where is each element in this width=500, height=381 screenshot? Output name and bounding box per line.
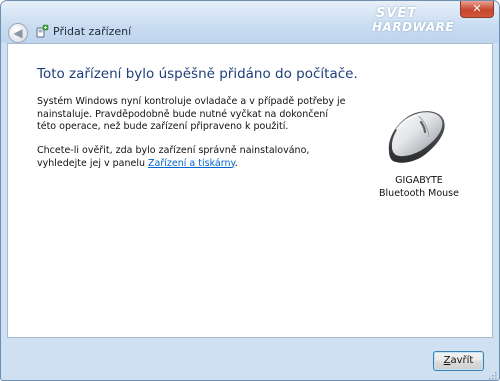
- content-panel: Toto zařízení bylo úspěšně přidáno do po…: [7, 43, 493, 338]
- back-button[interactable]: ◀: [8, 23, 28, 43]
- verify-paragraph: Chcete-li ověřit, zda bylo zařízení sprá…: [37, 145, 347, 170]
- page-title: Toto zařízení bylo úspěšně přidáno do po…: [37, 66, 358, 82]
- watermark-logo: SVĚT HARDWARE: [372, 6, 456, 43]
- bluetooth-mouse-icon: [388, 111, 445, 163]
- footer-bar: Zavřít: [1, 338, 499, 380]
- watermark-line1: SVĚT: [376, 6, 418, 21]
- close-button[interactable]: Zavřít: [433, 351, 484, 371]
- title-bar: ◀ Přidat zařízení SVĚT HARDWARE ✕: [1, 1, 499, 43]
- add-device-window: ◀ Přidat zařízení SVĚT HARDWARE ✕ Toto z…: [0, 0, 500, 381]
- device-name: GIGABYTE Bluetooth Mouse: [379, 175, 459, 199]
- resize-grip-icon[interactable]: [487, 370, 497, 380]
- info-paragraph: Systém Windows nyní kontroluje ovladače …: [37, 96, 346, 132]
- window-close-button[interactable]: ✕: [460, 1, 494, 18]
- watermark-line2: HARDWARE: [372, 20, 455, 34]
- close-button-accesskey: Z: [443, 355, 451, 366]
- verify-text-end: .: [234, 157, 238, 169]
- add-device-icon: [36, 24, 49, 38]
- window-title: Přidat zařízení: [53, 25, 132, 38]
- devices-printers-link[interactable]: Zařízení a tiskárny: [148, 158, 235, 169]
- close-button-label: avřít: [450, 355, 474, 366]
- back-arrow-icon: ◀: [13, 26, 23, 40]
- close-icon: ✕: [472, 2, 482, 15]
